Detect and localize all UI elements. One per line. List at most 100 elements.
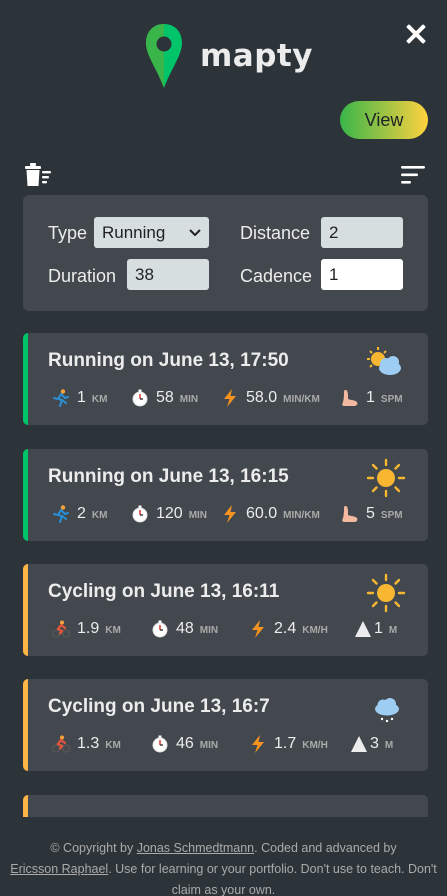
distance-detail: 1 KM: [52, 389, 107, 407]
trash-icon[interactable]: [24, 163, 52, 187]
duration-detail: 58 MIN: [131, 389, 198, 407]
workout-item[interactable]: Cycling on June 13, 16:11 1.9 KM 48 MIN: [23, 564, 428, 656]
workout-item-partial[interactable]: [23, 795, 428, 817]
cyclist-icon: [52, 735, 70, 753]
stopwatch-icon: [132, 389, 148, 407]
distance-unit: KM: [105, 740, 121, 751]
view-button[interactable]: View: [340, 101, 428, 139]
footer-prefix: © Copyright by: [50, 841, 137, 855]
pace-value: 58.0: [246, 389, 278, 406]
duration-unit: MIN: [199, 740, 219, 751]
mountain-icon: [355, 621, 371, 637]
duration-unit: MIN: [199, 625, 219, 636]
cadence-detail: 5 SPM: [341, 505, 403, 523]
duration-value: 58: [156, 389, 174, 406]
distance-detail: 2 KM: [52, 505, 107, 523]
lightning-icon: [224, 505, 236, 523]
distance-detail: 1.3 KM: [52, 735, 121, 753]
lightning-icon: [252, 620, 264, 638]
duration-detail: 120 MIN: [131, 505, 207, 523]
cadence-value: 5: [366, 505, 375, 522]
snow-cloud-icon: [375, 698, 399, 723]
runner-icon: [53, 505, 69, 523]
duration-detail: 46 MIN: [151, 735, 218, 753]
runner-icon: [53, 389, 69, 407]
footer-copyright: © Copyright by Jonas Schmedtmann. Coded …: [0, 838, 447, 896]
elevation-unit: M: [384, 740, 394, 751]
speed-unit: KM/H: [302, 740, 328, 751]
cadence-input[interactable]: 1: [321, 259, 403, 290]
sun-icon: [366, 458, 406, 498]
footprint-icon: [342, 506, 358, 522]
distance-value: 1.9: [77, 620, 100, 637]
elevation-detail: 3 M: [350, 735, 393, 753]
elevation-value: 1: [374, 620, 383, 637]
lightning-icon: [252, 735, 264, 753]
footer-suffix: . Use for learning or your portfolio. Do…: [108, 862, 437, 896]
distance-value: 1: [77, 389, 86, 406]
cadence-unit: SPM: [380, 394, 403, 405]
stopwatch-icon: [152, 735, 168, 753]
app-logo: mapty: [144, 22, 313, 90]
distance-detail: 1.9 KM: [52, 620, 121, 638]
speed-value: 2.4: [274, 620, 297, 637]
sun-icon: [366, 573, 406, 613]
distance-input[interactable]: 2: [321, 217, 403, 248]
workout-form: Type Running Distance 2 Duration 38 Cade…: [23, 195, 428, 311]
duration-unit: MIN: [179, 394, 199, 405]
workout-title: Running on June 13, 16:15: [48, 466, 289, 487]
author-link[interactable]: Jonas Schmedtmann: [137, 841, 254, 855]
stopwatch-icon: [152, 620, 168, 638]
pace-detail: 60.0 MIN/KM: [221, 505, 320, 523]
workout-item[interactable]: Running on June 13, 17:50 1 KM 58 MIN 58…: [23, 333, 428, 425]
pace-unit: MIN/KM: [283, 394, 320, 405]
type-label: Type: [48, 223, 88, 243]
app-name: mapty: [200, 38, 313, 74]
coder-link[interactable]: Ericsson Raphael: [10, 862, 108, 876]
elevation-value: 3: [370, 735, 379, 752]
footer-middle: . Coded and advanced by: [254, 841, 397, 855]
workout-title: Cycling on June 13, 16:7: [48, 696, 270, 717]
duration-detail: 48 MIN: [151, 620, 218, 638]
distance-unit: KM: [91, 394, 108, 405]
distance-label: Distance: [240, 223, 311, 243]
map-pin-icon: [146, 24, 182, 88]
duration-value: 120: [156, 505, 183, 522]
speed-unit: KM/H: [302, 625, 328, 636]
workout-item[interactable]: Running on June 13, 16:15 2 KM 120 MIN 6…: [23, 449, 428, 541]
partly-cloudy-icon: [367, 347, 401, 375]
elevation-detail: 1 M: [354, 620, 397, 638]
mountain-icon: [351, 736, 367, 752]
close-icon[interactable]: [402, 20, 430, 48]
speed-detail: 1.7 KM/H: [249, 735, 328, 753]
cadence-detail: 1 SPM: [341, 389, 403, 407]
pace-unit: MIN/KM: [283, 510, 320, 521]
pace-value: 60.0: [246, 505, 278, 522]
distance-value: 2: [77, 505, 86, 522]
distance-unit: KM: [91, 510, 108, 521]
sort-icon[interactable]: [401, 166, 425, 184]
cadence-value: 1: [366, 389, 375, 406]
workout-title: Cycling on June 13, 16:11: [48, 581, 280, 602]
stopwatch-icon: [132, 505, 148, 523]
distance-unit: KM: [105, 625, 121, 636]
type-select-value: Running: [102, 222, 166, 242]
pace-detail: 58.0 MIN/KM: [221, 389, 320, 407]
duration-input[interactable]: 38: [127, 259, 209, 290]
cadence-unit: SPM: [380, 510, 403, 521]
workout-title: Running on June 13, 17:50: [48, 350, 289, 371]
distance-value: 1.3: [77, 735, 100, 752]
duration-value: 48: [176, 620, 194, 637]
workout-item[interactable]: Cycling on June 13, 16:7 1.3 KM 46 MIN 1…: [23, 679, 428, 771]
speed-value: 1.7: [274, 735, 297, 752]
duration-label: Duration: [48, 266, 117, 286]
elevation-unit: M: [388, 625, 398, 636]
cadence-label: Cadence: [240, 266, 313, 286]
type-select[interactable]: Running: [94, 217, 209, 248]
chevron-down-icon: [189, 228, 201, 236]
lightning-icon: [224, 389, 236, 407]
footprint-icon: [342, 390, 358, 406]
duration-unit: MIN: [188, 510, 208, 521]
cyclist-icon: [52, 620, 70, 638]
duration-value: 46: [176, 735, 194, 752]
